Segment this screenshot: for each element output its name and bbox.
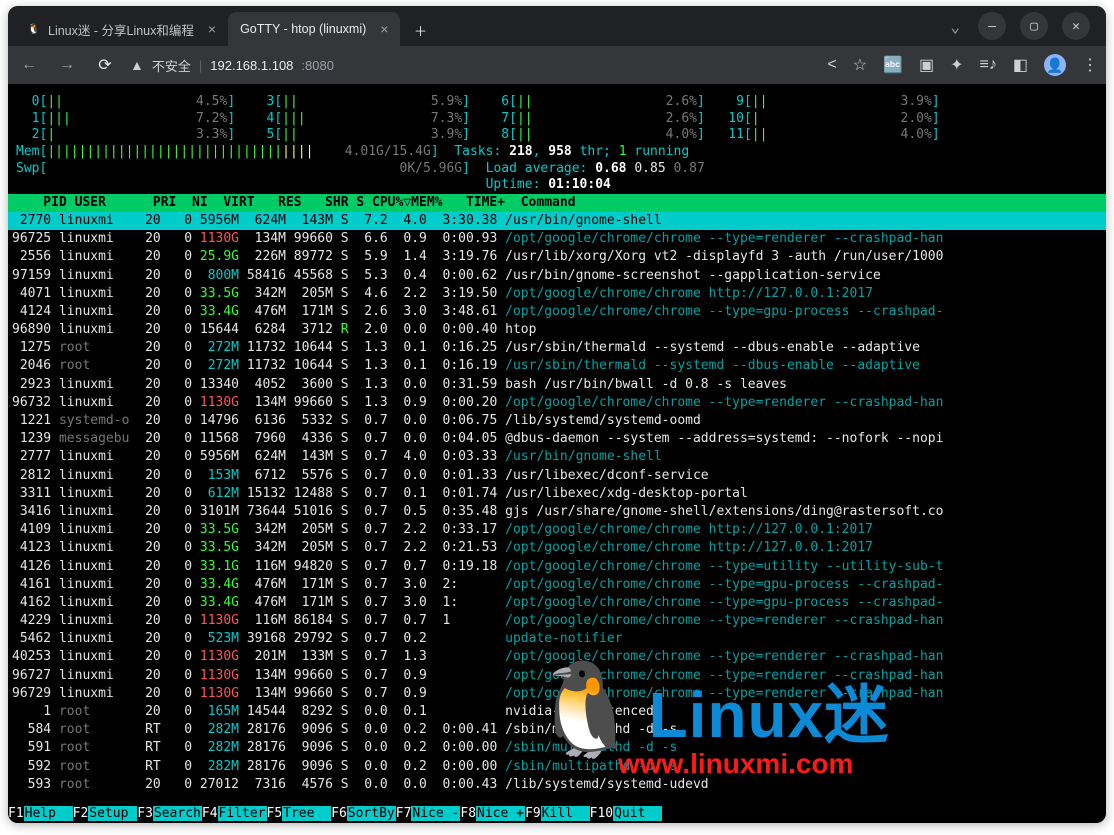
process-row[interactable]: 4162 linuxmi 20 0 33.4G 476M 171M S 0.7 … — [8, 594, 1106, 612]
process-row[interactable]: 96725 linuxmi 20 0 1130G 134M 99660 S 6.… — [8, 230, 1106, 248]
process-row[interactable]: 4109 linuxmi 20 0 33.5G 342M 205M S 0.7 … — [8, 521, 1106, 539]
process-row[interactable]: 4161 linuxmi 20 0 33.4G 476M 171M S 0.7 … — [8, 576, 1106, 594]
window-controls: ⌄ — ▢ ✕ — [950, 12, 1100, 46]
toolbar-icons: < ☆ 🔤 ▣ ✦ ≡♪ ◧ 👤 ⋮ — [827, 54, 1098, 76]
translate-icon[interactable]: 🔤 — [883, 55, 903, 75]
toolbar: ← → ⟳ ▲ 不安全 | 192.168.1.108:8080 < ☆ 🔤 ▣… — [8, 46, 1106, 84]
process-row[interactable]: 2777 linuxmi 20 0 5956M 624M 143M S 0.7 … — [8, 448, 1106, 466]
process-row[interactable]: 1221 systemd-o 20 0 14796 6136 5332 S 0.… — [8, 412, 1106, 430]
process-row[interactable]: 1 root 20 0 165M 14544 8292 S 0.0 0.1 nv… — [8, 703, 1106, 721]
process-row[interactable]: 2812 linuxmi 20 0 153M 6712 5576 S 0.7 0… — [8, 467, 1106, 485]
url-bar[interactable]: ▲ 不安全 | 192.168.1.108:8080 — [130, 56, 334, 75]
process-list[interactable]: 2770 linuxmi 20 0 5956M 624M 143M S 7.2 … — [8, 212, 1106, 794]
process-row[interactable]: 2556 linuxmi 20 0 25.9G 226M 89772 S 5.9… — [8, 248, 1106, 266]
minimize-button[interactable]: — — [978, 12, 1006, 40]
insecure-icon: ▲ — [130, 57, 144, 73]
process-row[interactable]: 4123 linuxmi 20 0 33.5G 342M 205M S 0.7 … — [8, 539, 1106, 557]
security-text: 不安全 — [152, 56, 191, 75]
process-header: PID USER PRI NI VIRT RES SHR S CPU%▽MEM%… — [8, 194, 1106, 212]
process-row[interactable]: 1275 root 20 0 272M 11732 10644 S 1.3 0.… — [8, 339, 1106, 357]
process-row[interactable]: 96727 linuxmi 20 0 1130G 134M 99660 S 0.… — [8, 667, 1106, 685]
process-row[interactable]: 592 root RT 0 282M 28176 9096 S 0.0 0.2 … — [8, 758, 1106, 776]
process-row[interactable]: 4126 linuxmi 20 0 33.1G 116M 94820 S 0.7… — [8, 558, 1106, 576]
close-icon[interactable]: × — [208, 21, 216, 37]
menu-icon[interactable]: ⋮ — [1082, 55, 1098, 75]
function-keys: F1Help F2Setup F3SearchF4FilterF5Tree F6… — [8, 804, 1106, 824]
maximize-button[interactable]: ▢ — [1020, 12, 1048, 40]
tux-favicon: 🐧 — [26, 21, 42, 37]
url-port: :8080 — [301, 58, 334, 73]
process-row[interactable]: 2770 linuxmi 20 0 5956M 624M 143M S 7.2 … — [8, 212, 1106, 230]
process-row[interactable]: 40253 linuxmi 20 0 1130G 201M 133M S 0.7… — [8, 648, 1106, 666]
close-button[interactable]: ✕ — [1062, 12, 1090, 40]
process-row[interactable]: 4229 linuxmi 20 0 1130G 116M 86184 S 0.7… — [8, 612, 1106, 630]
process-row[interactable]: 97159 linuxmi 20 0 800M 58416 45568 S 5.… — [8, 267, 1106, 285]
back-button[interactable]: ← — [16, 56, 42, 74]
chevron-down-icon[interactable]: ⌄ — [950, 17, 960, 36]
close-icon[interactable]: × — [380, 21, 388, 37]
new-tab-button[interactable]: ＋ — [406, 16, 434, 44]
process-row[interactable]: 593 root 20 0 27012 7316 4576 S 0.0 0.0 … — [8, 776, 1106, 794]
tab-linuxmi[interactable]: 🐧 Linux迷 - 分享Linux和编程 × — [14, 12, 228, 46]
process-row[interactable]: 2923 linuxmi 20 0 13340 4052 3600 S 1.3 … — [8, 376, 1106, 394]
terminal[interactable]: 0[|| 4.5%] 3[|| 5.9%] 6[|| 2.6%] 9[|| 3.… — [8, 84, 1106, 823]
forward-button[interactable]: → — [54, 56, 80, 74]
process-row[interactable]: 2046 root 20 0 272M 11732 10644 S 1.3 0.… — [8, 357, 1106, 375]
bookmark-icon[interactable]: ☆ — [853, 55, 867, 75]
share-icon[interactable]: < — [827, 56, 836, 74]
process-row[interactable]: 96729 linuxmi 20 0 1130G 134M 99660 S 0.… — [8, 685, 1106, 703]
process-row[interactable]: 96890 linuxmi 20 0 15644 6284 3712 R 2.0… — [8, 321, 1106, 339]
browser-window: 🐧 Linux迷 - 分享Linux和编程 × GoTTY - htop (li… — [8, 6, 1106, 823]
extensions-icon[interactable]: ✦ — [950, 55, 963, 75]
process-row[interactable]: 591 root RT 0 282M 28176 9096 S 0.0 0.2 … — [8, 739, 1106, 757]
avatar[interactable]: 👤 — [1044, 54, 1066, 76]
reading-list-icon[interactable]: ≡♪ — [980, 56, 997, 74]
process-row[interactable]: 3311 linuxmi 20 0 612M 15132 12488 S 0.7… — [8, 485, 1106, 503]
panel-icon[interactable]: ◧ — [1013, 55, 1028, 75]
process-row[interactable]: 4124 linuxmi 20 0 33.4G 476M 171M S 2.6 … — [8, 303, 1106, 321]
meters-area: 0[|| 4.5%] 3[|| 5.9%] 6[|| 2.6%] 9[|| 3.… — [8, 88, 1106, 194]
process-row[interactable]: 584 root RT 0 282M 28176 9096 S 0.0 0.2 … — [8, 721, 1106, 739]
process-row[interactable]: 4071 linuxmi 20 0 33.5G 342M 205M S 4.6 … — [8, 285, 1106, 303]
reload-button[interactable]: ⟳ — [92, 55, 118, 75]
process-row[interactable]: 1239 messagebu 20 0 11568 7960 4336 S 0.… — [8, 430, 1106, 448]
tab-strip: 🐧 Linux迷 - 分享Linux和编程 × GoTTY - htop (li… — [8, 6, 1106, 46]
cart-icon[interactable]: ▣ — [919, 55, 934, 75]
tab-gotty[interactable]: GoTTY - htop (linuxmi) × — [228, 12, 400, 46]
process-row[interactable]: 96732 linuxmi 20 0 1130G 134M 99660 S 1.… — [8, 394, 1106, 412]
url-host: 192.168.1.108 — [210, 58, 293, 73]
tab-title: GoTTY - htop (linuxmi) — [240, 22, 366, 36]
process-row[interactable]: 5462 linuxmi 20 0 523M 39168 29792 S 0.7… — [8, 630, 1106, 648]
process-row[interactable]: 3416 linuxmi 20 0 3101M 73644 51016 S 0.… — [8, 503, 1106, 521]
tab-title: Linux迷 - 分享Linux和编程 — [48, 20, 194, 39]
